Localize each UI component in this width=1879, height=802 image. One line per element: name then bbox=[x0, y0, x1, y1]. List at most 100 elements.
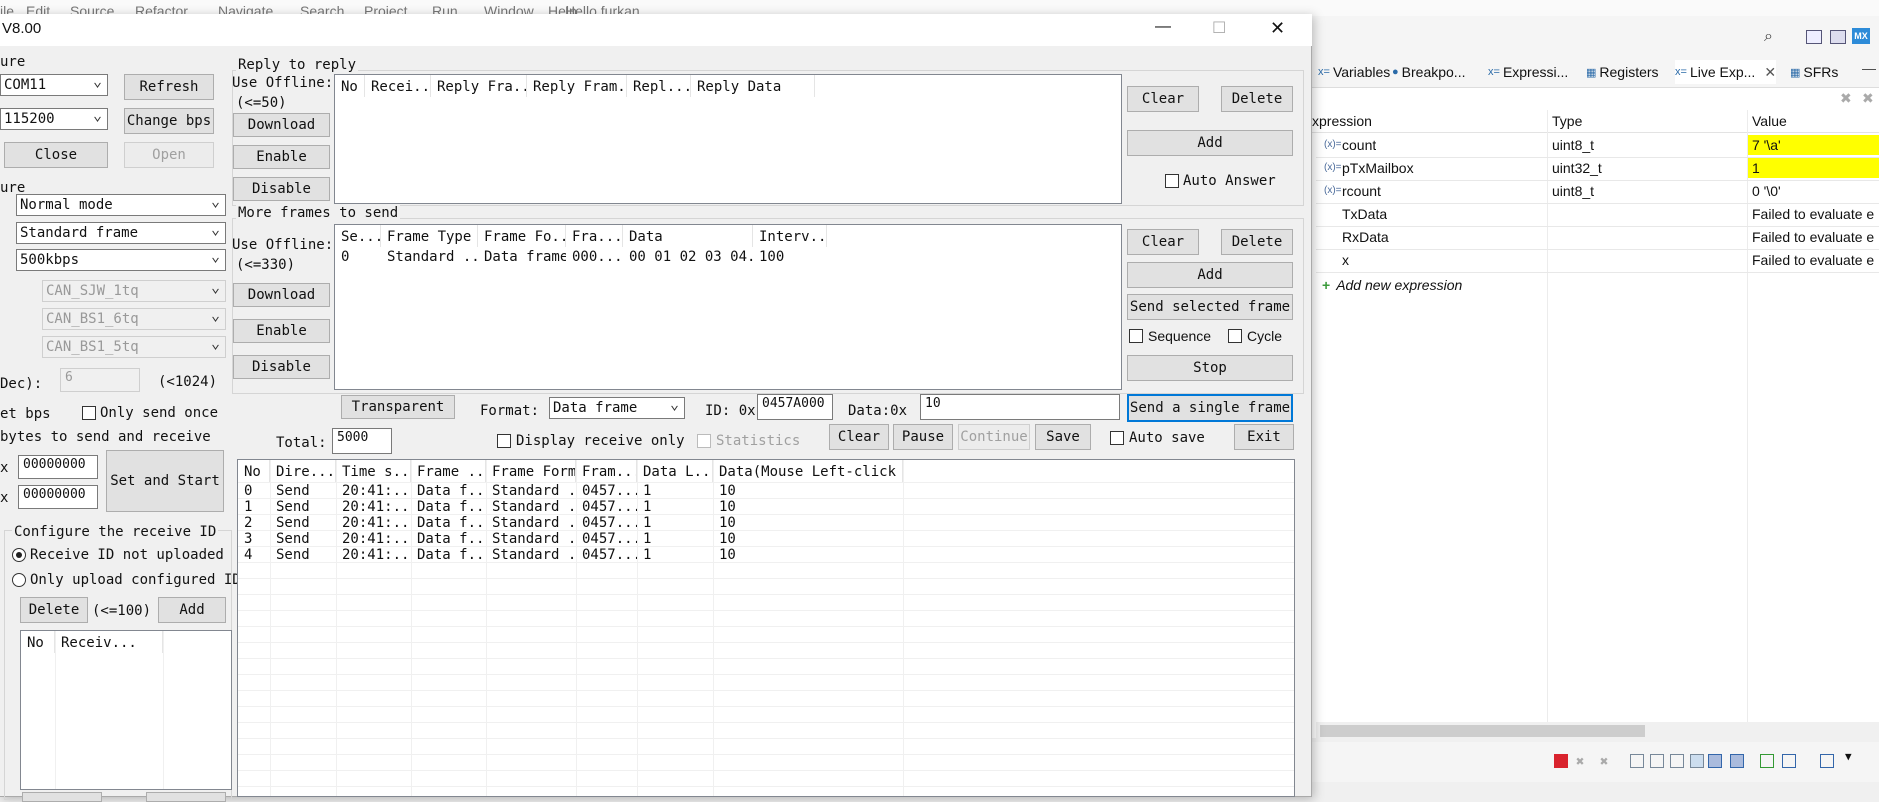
change-bps-button[interactable]: Change bps bbox=[124, 108, 214, 134]
close-window-button[interactable]: ✕ bbox=[1270, 18, 1285, 39]
expr-value[interactable]: Failed to evaluate e bbox=[1748, 227, 1879, 247]
reply-delete-button[interactable]: Delete bbox=[1221, 86, 1293, 112]
expr-value[interactable]: Failed to evaluate e bbox=[1748, 250, 1879, 270]
exit-button[interactable]: Exit bbox=[1234, 424, 1294, 450]
debug-perspective-icon[interactable] bbox=[1830, 30, 1846, 44]
sequence-checkbox[interactable] bbox=[1129, 329, 1143, 343]
frame-type-select[interactable]: Standard frame bbox=[16, 222, 226, 244]
reply-list-header-5[interactable]: Reply Data bbox=[691, 75, 815, 97]
expr-value[interactable]: 1 bbox=[1748, 158, 1879, 178]
expr-row[interactable]: (x)= rcount uint8_t 0 '\0' bbox=[1316, 180, 1879, 204]
more-frames-list[interactable]: Se...Frame TypeFrame Fo...Fra...DataInte… bbox=[334, 224, 1122, 390]
log-list-header-1[interactable]: Dire... bbox=[270, 460, 336, 482]
open-port-button[interactable]: Open bbox=[124, 142, 214, 168]
reply-list-header-0[interactable]: No bbox=[335, 75, 365, 97]
display-receive-only-checkbox[interactable] bbox=[497, 434, 511, 448]
log-list-header-5[interactable]: Fram... bbox=[576, 460, 637, 482]
mx-badge-icon[interactable]: MX bbox=[1852, 28, 1870, 44]
auto-save-checkbox[interactable] bbox=[1110, 431, 1124, 445]
refresh-button[interactable]: Refresh bbox=[124, 74, 214, 100]
toolbar-icon-6[interactable] bbox=[1730, 754, 1744, 768]
prescaler-input[interactable]: 6 bbox=[60, 368, 140, 392]
log-row[interactable]: 0 Send 20:41:... Data f... Standard ... 0457.… bbox=[238, 483, 1294, 499]
log-list-header-7[interactable]: Data(Mouse Left-click He... bbox=[713, 460, 903, 482]
toolbar-icon-7[interactable] bbox=[1760, 754, 1774, 768]
mask-input-2[interactable]: 00000000 bbox=[18, 485, 98, 509]
more-list-header-4[interactable]: Data bbox=[623, 225, 753, 247]
expr-value[interactable]: Failed to evaluate e bbox=[1748, 204, 1879, 224]
ide-tab-5[interactable]: ▦ SFRs bbox=[1790, 60, 1838, 84]
remove-expression-icon[interactable]: ✖ bbox=[1840, 90, 1852, 107]
expr-value[interactable]: 0 '\0' bbox=[1748, 181, 1879, 201]
reply-clear-button[interactable]: Clear bbox=[1127, 86, 1199, 112]
ide-tab-4[interactable]: x= Live Exp... ✕ bbox=[1675, 60, 1777, 84]
log-list-header-6[interactable]: Data L... bbox=[637, 460, 713, 482]
frame-id-input[interactable]: 0457A000 bbox=[757, 394, 833, 420]
more-list-header-0[interactable]: Se... bbox=[335, 225, 381, 247]
remove-all-launch-icon[interactable]: ✖ bbox=[1600, 754, 1614, 770]
ide-tab-2[interactable]: x= Expressi... bbox=[1488, 60, 1568, 84]
more-list-header-5[interactable]: Interv... bbox=[753, 225, 827, 247]
ide-tab-1[interactable]: ● Breakpo... bbox=[1392, 60, 1465, 84]
cycle-checkbox[interactable] bbox=[1228, 329, 1242, 343]
expr-row[interactable]: (x)= count uint8_t 7 '\a' bbox=[1316, 134, 1879, 158]
search-icon[interactable]: ⌕ bbox=[1764, 28, 1773, 46]
reply-enable-button[interactable]: Enable bbox=[233, 145, 330, 169]
message-log-list[interactable]: NoDire...Time s...Frame ...Frame FormatF… bbox=[237, 459, 1295, 797]
receive-list-header-no[interactable]: No bbox=[21, 631, 55, 653]
bs1-select[interactable]: CAN_BS1_6tq bbox=[42, 308, 226, 330]
toolbar-icon-3[interactable] bbox=[1670, 754, 1684, 768]
more-clear-button[interactable]: Clear bbox=[1127, 229, 1199, 255]
expr-row[interactable]: TxData Failed to evaluate e bbox=[1316, 203, 1879, 227]
send-selected-frame-button[interactable]: Send selected frame bbox=[1127, 294, 1293, 320]
close-port-button[interactable]: Close bbox=[4, 142, 108, 168]
port-select[interactable]: COM11 bbox=[0, 74, 108, 96]
toolbar-icon-2[interactable] bbox=[1650, 754, 1664, 768]
remove-launch-icon[interactable]: ✖ bbox=[1576, 754, 1590, 770]
log-row[interactable]: 2 Send 20:41:... Data f... Standard ... 0457.… bbox=[238, 515, 1294, 531]
log-row[interactable]: 1 Send 20:41:... Data f... Standard ... 0457.… bbox=[238, 499, 1294, 515]
stop-button[interactable]: Stop bbox=[1127, 355, 1293, 381]
receive-not-uploaded-radio[interactable] bbox=[12, 548, 26, 562]
close-icon[interactable]: ✕ bbox=[1764, 64, 1776, 81]
bs2-select[interactable]: CAN_BS1_5tq bbox=[42, 336, 226, 358]
continue-button[interactable]: Continue bbox=[958, 424, 1030, 450]
remove-all-icon[interactable]: ✖ bbox=[1862, 90, 1874, 107]
statistics-checkbox[interactable] bbox=[697, 434, 711, 448]
bitrate-select[interactable]: 500kbps bbox=[16, 249, 226, 271]
log-list-header-0[interactable]: No bbox=[238, 460, 270, 482]
log-list-header-3[interactable]: Frame ... bbox=[411, 460, 486, 482]
left-bottom-button-1[interactable] bbox=[22, 792, 102, 802]
send-single-frame-button[interactable]: Send a single frame bbox=[1127, 394, 1293, 422]
toolbar-icon-5[interactable] bbox=[1708, 754, 1722, 768]
frame-data-input[interactable]: 10 bbox=[920, 394, 1120, 420]
only-send-once-checkbox[interactable] bbox=[82, 406, 96, 420]
toolbar-icon-8[interactable] bbox=[1782, 754, 1796, 768]
more-add-button[interactable]: Add bbox=[1127, 262, 1293, 288]
terminate-icon[interactable] bbox=[1554, 754, 1568, 768]
ide-view-minimize-icon[interactable]: — bbox=[1862, 60, 1876, 76]
more-list-header-1[interactable]: Frame Type bbox=[381, 225, 478, 247]
log-clear-button[interactable]: Clear bbox=[829, 424, 889, 450]
reply-download-button[interactable]: Download bbox=[233, 113, 330, 137]
log-row[interactable]: 3 Send 20:41:... Data f... Standard ... 0457.… bbox=[238, 531, 1294, 547]
toolbar-icon-4[interactable] bbox=[1690, 754, 1704, 768]
add-receive-id-button[interactable]: Add bbox=[158, 597, 226, 623]
reply-add-button[interactable]: Add bbox=[1127, 130, 1293, 156]
expr-value[interactable]: 7 '\a' bbox=[1748, 135, 1879, 155]
expr-row[interactable]: (x)= pTxMailbox uint32_t 1 bbox=[1316, 157, 1879, 181]
more-list-header-3[interactable]: Fra... bbox=[566, 225, 623, 247]
reply-list-header-1[interactable]: Recei... bbox=[365, 75, 431, 97]
save-button[interactable]: Save bbox=[1035, 424, 1091, 450]
total-input[interactable]: 5000 bbox=[332, 428, 392, 454]
more-download-button[interactable]: Download bbox=[233, 283, 330, 307]
expr-add-new[interactable]: + Add new expression bbox=[1322, 274, 1462, 296]
transparent-button[interactable]: Transparent bbox=[341, 395, 455, 419]
baud-select[interactable]: 115200 bbox=[0, 108, 108, 130]
log-list-header-2[interactable]: Time s... bbox=[336, 460, 411, 482]
pause-button[interactable]: Pause bbox=[893, 424, 953, 450]
reply-list[interactable]: NoRecei...Reply Fra...Reply Fram...Repl.… bbox=[334, 74, 1122, 204]
more-delete-button[interactable]: Delete bbox=[1221, 229, 1293, 255]
expr-row[interactable]: x Failed to evaluate e bbox=[1316, 249, 1879, 273]
log-list-header-4[interactable]: Frame Format bbox=[486, 460, 576, 482]
